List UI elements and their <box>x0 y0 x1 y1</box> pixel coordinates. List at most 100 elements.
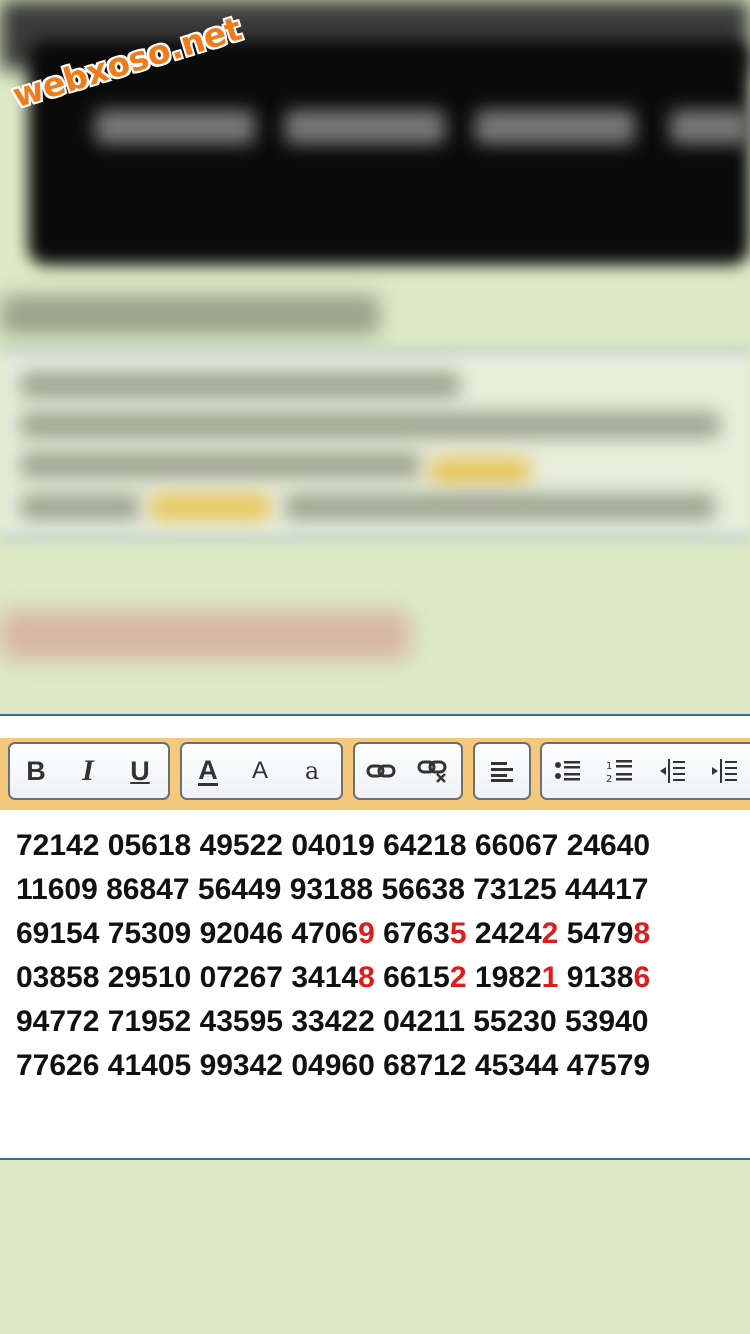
number-group: 94772 <box>16 1005 100 1038</box>
number-group: 86847 <box>106 873 190 906</box>
italic-button[interactable]: I <box>62 744 114 798</box>
number-group: 71952 <box>107 1005 192 1038</box>
number-group: 04211 <box>383 1005 465 1038</box>
blurred-tab <box>285 110 445 144</box>
number-group: 41405 <box>107 1049 192 1082</box>
align-left-button[interactable] <box>475 744 529 798</box>
align-left-icon <box>491 762 513 782</box>
editor-toolbar: B I U A A a 1 2 <box>0 738 750 810</box>
blurred-page-header <box>0 0 750 700</box>
number-group: 5479 <box>566 917 634 950</box>
text-format-group: B I U <box>8 742 170 800</box>
number-group: 45344 <box>474 1049 559 1082</box>
underline-button[interactable]: U <box>114 744 166 798</box>
insert-link-button[interactable] <box>355 744 407 798</box>
numbered-list-icon: 1 2 <box>606 760 632 784</box>
number-group: 44417 <box>565 873 649 906</box>
font-size-button[interactable]: A <box>234 744 286 798</box>
number-group: 72142 <box>16 829 100 862</box>
list-group: 1 2 <box>540 742 750 800</box>
number-group: 47579 <box>566 1049 651 1082</box>
number-group: 3414 <box>291 961 359 994</box>
numbered-list-button[interactable]: 1 2 <box>594 744 646 798</box>
number-group: 6615 <box>383 961 450 994</box>
number-group: 68712 <box>383 1049 467 1082</box>
number-group: 6763 <box>383 917 450 950</box>
number-row: 11609 86847 56449 93188 56638 73125 4441… <box>16 868 736 912</box>
outdent-button[interactable] <box>646 744 698 798</box>
number-group: 43595 <box>199 1005 283 1038</box>
blurred-text-line <box>20 452 420 478</box>
number-group: 9138 <box>566 961 634 994</box>
number-group: 56449 <box>197 873 282 906</box>
highlighted-digit: 8 <box>633 917 651 950</box>
rich-text-editor[interactable]: B I U A A a 1 2 72142 05618 49522 04019 … <box>0 714 750 1160</box>
number-row: 72142 05618 49522 04019 64218 66067 2464… <box>16 824 736 868</box>
number-group: 24640 <box>566 829 651 862</box>
highlighted-digit: 2 <box>449 961 467 994</box>
font-style-button[interactable]: a <box>286 744 338 798</box>
blurred-highlight <box>150 494 270 520</box>
number-group: 55230 <box>473 1005 557 1038</box>
number-group: 11609 <box>16 873 98 906</box>
blurred-text-line <box>285 494 715 520</box>
blurred-tab <box>670 110 750 144</box>
blurred-text-line <box>20 412 720 438</box>
highlighted-digit: 8 <box>358 961 375 994</box>
link-group <box>353 742 463 800</box>
highlighted-digit: 5 <box>449 917 467 950</box>
number-group: 05618 <box>107 829 192 862</box>
number-group: 49522 <box>199 829 283 862</box>
link-icon <box>366 764 396 778</box>
bulleted-list-icon <box>555 761 580 781</box>
number-group: 93188 <box>289 873 374 906</box>
underline-icon: U <box>130 755 150 786</box>
italic-icon: I <box>82 754 94 787</box>
unlink-icon <box>417 760 447 783</box>
highlighted-digit: 1 <box>541 961 559 994</box>
align-group <box>473 742 531 800</box>
blurred-label <box>0 610 410 660</box>
number-group: 04960 <box>291 1049 375 1082</box>
editor-content[interactable]: 72142 05618 49522 04019 64218 66067 2464… <box>16 824 736 1088</box>
blurred-highlight <box>430 458 530 484</box>
number-group: 69154 <box>16 917 100 950</box>
outdent-icon <box>660 759 685 783</box>
svg-text:1: 1 <box>606 761 612 772</box>
indent-button[interactable] <box>698 744 750 798</box>
font-size-icon: A <box>251 757 268 784</box>
number-group: 56638 <box>381 873 465 906</box>
blurred-text-line <box>20 372 460 398</box>
bulleted-list-button[interactable] <box>542 744 594 798</box>
number-group: 07267 <box>199 961 283 994</box>
number-group: 29510 <box>107 961 192 994</box>
svg-text:2: 2 <box>606 774 612 784</box>
blurred-heading <box>0 295 380 335</box>
number-row: 69154 75309 92046 47069 67635 24242 5479… <box>16 912 736 956</box>
number-row: 77626 41405 99342 04960 68712 45344 4757… <box>16 1044 736 1088</box>
font-group: A A a <box>180 742 343 800</box>
blurred-tab <box>95 110 255 144</box>
bold-button[interactable]: B <box>10 744 62 798</box>
font-style-icon: a <box>304 757 320 785</box>
number-group: 64218 <box>383 829 467 862</box>
highlighted-digit: 2 <box>541 917 559 950</box>
font-color-icon: A <box>198 754 218 786</box>
number-group: 2424 <box>474 917 542 950</box>
highlighted-digit: 9 <box>358 917 375 950</box>
remove-link-button[interactable] <box>407 744 459 798</box>
indent-icon <box>712 759 737 783</box>
number-group: 53940 <box>565 1005 649 1038</box>
number-group: 33422 <box>291 1005 375 1038</box>
bold-icon: B <box>26 755 46 786</box>
highlighted-digit: 6 <box>633 961 651 994</box>
blurred-tab <box>475 110 635 144</box>
number-group: 04019 <box>291 829 375 862</box>
number-group: 75309 <box>107 917 192 950</box>
number-group: 03858 <box>16 961 100 994</box>
font-color-button[interactable]: A <box>182 744 234 798</box>
number-group: 92046 <box>199 917 283 950</box>
number-group: 1982 <box>474 961 542 994</box>
number-row: 94772 71952 43595 33422 04211 55230 5394… <box>16 1000 736 1044</box>
number-group: 73125 <box>473 873 557 906</box>
